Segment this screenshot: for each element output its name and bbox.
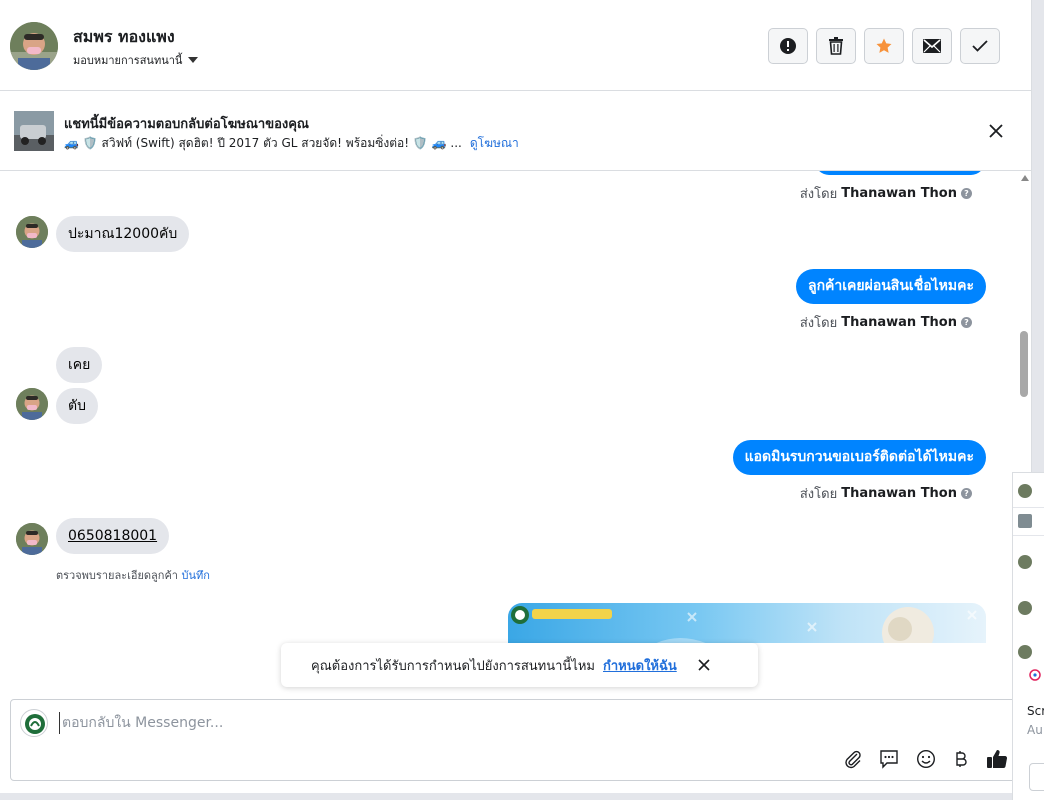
message-bubble-incoming: ตับ bbox=[56, 388, 98, 424]
help-icon[interactable]: ? bbox=[961, 188, 972, 199]
baht-icon bbox=[956, 751, 967, 767]
ad-description: 🚙 🛡️ สวิฟท์ (Swift) สุดฮิต! ปี 2017 ตัว … bbox=[64, 136, 462, 150]
payment-button[interactable] bbox=[949, 747, 973, 771]
ad-reply-banner: แชทนี้มีข้อความตอบกลับต่อโฆษณาของคุณ 🚙 🛡… bbox=[0, 91, 1032, 171]
side-snippet-title: Scr bbox=[1027, 704, 1044, 718]
chevron-down-icon bbox=[188, 57, 199, 63]
mark-spam-button[interactable] bbox=[768, 28, 808, 64]
message-bubble-outgoing: ลูกค้าเคยผ่อนสินเชื่อไหมคะ bbox=[795, 269, 986, 304]
ad-banner-title: แชทนี้มีข้อความตอบกลับต่อโฆษณาของคุณ bbox=[64, 117, 309, 132]
app-icon bbox=[1029, 669, 1041, 681]
message-bubble-outgoing bbox=[815, 171, 985, 175]
divider bbox=[1013, 507, 1044, 508]
conversation-thumbnail[interactable] bbox=[1018, 514, 1032, 528]
ad-thumbnail bbox=[14, 111, 54, 151]
divider bbox=[1013, 535, 1044, 536]
assign-prompt-toast: คุณต้องการได้รับการกำหนดไปยังการสนทนานี้… bbox=[281, 643, 758, 687]
contact-avatar-small bbox=[16, 216, 48, 248]
saved-reply-icon bbox=[880, 750, 898, 769]
contact-avatar[interactable] bbox=[10, 22, 58, 70]
side-panel-button[interactable] bbox=[1029, 763, 1044, 791]
sent-by-prefix: ส่งโดย bbox=[799, 187, 838, 202]
message-thread[interactable]: ส่งโดย Thanawan Thon ? ปะมาณ12000คับ ลูก… bbox=[0, 171, 1018, 643]
attach-button[interactable] bbox=[841, 747, 865, 771]
help-icon[interactable]: ? bbox=[961, 317, 972, 328]
like-icon bbox=[987, 750, 1008, 769]
emoji-button[interactable] bbox=[914, 747, 938, 771]
ad-banner-subtitle: 🚙 🛡️ สวิฟท์ (Swift) สุดฮิต! ปี 2017 ตัว … bbox=[64, 134, 519, 153]
page-avatar bbox=[20, 709, 48, 737]
inbox-main: สมพร ทองแพง มอบหมายการสนทนานี้ แชทนี้มีข… bbox=[0, 0, 1032, 793]
save-details-link[interactable]: บันทึก bbox=[181, 569, 209, 582]
help-icon[interactable]: ? bbox=[961, 488, 972, 499]
conversation-header: สมพร ทองแพง มอบหมายการสนทนานี้ bbox=[0, 0, 1032, 91]
sender-name: Thanawan Thon bbox=[841, 486, 957, 501]
like-button[interactable] bbox=[985, 747, 1009, 771]
sent-by-line: ส่งโดย Thanawan Thon ? bbox=[800, 183, 972, 204]
sent-by-prefix: ส่งโดย bbox=[799, 487, 838, 502]
contact-avatar-small bbox=[16, 523, 48, 555]
conversation-avatar[interactable] bbox=[1018, 555, 1032, 569]
attach-icon bbox=[845, 750, 861, 769]
phone-number-link[interactable]: 0650818001 bbox=[56, 518, 170, 554]
spam-icon bbox=[780, 38, 796, 54]
conversation-avatar[interactable] bbox=[1018, 484, 1032, 498]
scroll-up-arrow[interactable] bbox=[1021, 175, 1029, 181]
saved-reply-button[interactable] bbox=[877, 747, 901, 771]
close-icon[interactable] bbox=[697, 658, 711, 672]
side-snippet-subtitle: Au bbox=[1027, 723, 1043, 737]
sent-by-line: ส่งโดย Thanawan Thon ? bbox=[800, 483, 972, 504]
message-bubble-outgoing: แอดมินรบกวนขอเบอร์ติดต่อได้ไหมคะ bbox=[732, 440, 986, 475]
view-ad-link[interactable]: ดูโฆษณา bbox=[470, 136, 519, 150]
mark-done-button[interactable] bbox=[960, 28, 1000, 64]
scrollbar-thumb[interactable] bbox=[1020, 331, 1028, 397]
trash-icon bbox=[829, 37, 843, 55]
assign-dropdown[interactable]: มอบหมายการสนทนานี้ bbox=[73, 51, 199, 69]
sent-by-line: ส่งโดย Thanawan Thon ? bbox=[800, 312, 972, 333]
sender-name: Thanawan Thon bbox=[841, 186, 957, 201]
sender-name: Thanawan Thon bbox=[841, 315, 957, 330]
star-button[interactable] bbox=[864, 28, 904, 64]
conversation-avatar[interactable] bbox=[1018, 601, 1032, 615]
sent-by-prefix: ส่งโดย bbox=[799, 316, 838, 331]
detected-note-text: ตรวจพบรายละเอียดลูกค้า bbox=[56, 569, 178, 582]
conversation-avatar[interactable] bbox=[1018, 645, 1032, 659]
detected-details-note: ตรวจพบรายละเอียดลูกค้า บันทึก bbox=[56, 566, 210, 584]
assign-to-me-link[interactable]: กำหนดให้ฉัน bbox=[603, 655, 677, 676]
side-conversation-list[interactable]: Scr Au bbox=[1012, 472, 1044, 800]
assign-prompt-text: คุณต้องการได้รับการกำหนดไปยังการสนทนานี้… bbox=[311, 658, 595, 674]
message-bubble-incoming: ปะมาณ12000คับ bbox=[56, 216, 190, 252]
contact-name: สมพร ทองแพง bbox=[73, 27, 175, 46]
image-attachment[interactable] bbox=[508, 603, 986, 643]
delete-button[interactable] bbox=[816, 28, 856, 64]
assign-label: มอบหมายการสนทนานี้ bbox=[73, 54, 183, 67]
star-icon bbox=[876, 38, 892, 53]
emoji-icon bbox=[916, 749, 936, 769]
reply-input[interactable] bbox=[59, 712, 759, 734]
mark-unread-button[interactable] bbox=[912, 28, 952, 64]
message-bubble-incoming: เคย bbox=[56, 347, 103, 383]
check-icon bbox=[972, 40, 988, 52]
contact-avatar-small bbox=[16, 388, 48, 420]
close-icon[interactable] bbox=[987, 122, 1005, 140]
reply-composer bbox=[10, 699, 1020, 781]
mail-icon bbox=[923, 39, 941, 53]
